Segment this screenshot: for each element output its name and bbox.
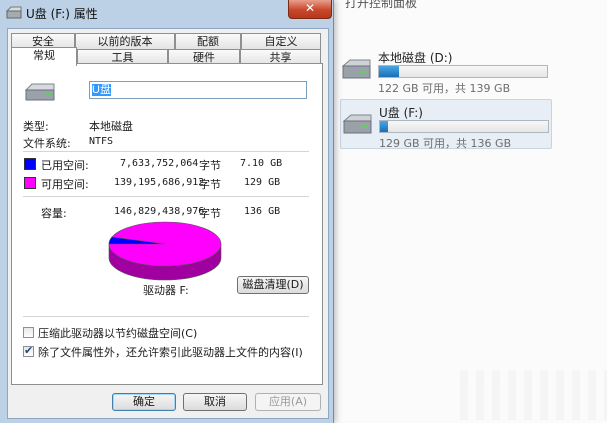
drive-d-item[interactable]: 本地磁盘 (D:) 122 GB 可用，共 139 GB bbox=[340, 45, 550, 95]
cancel-button[interactable]: 取消 bbox=[183, 393, 247, 411]
drive-d-name: 本地磁盘 (D:) bbox=[378, 51, 453, 65]
type-value: 本地磁盘 bbox=[89, 120, 133, 133]
used-space-bytes: 7,633,752,064 bbox=[120, 158, 199, 169]
drive-d-usage-fill bbox=[379, 66, 400, 77]
disk-usage-pie bbox=[108, 221, 222, 281]
background-pattern bbox=[460, 370, 607, 420]
free-space-unit: 字节 bbox=[199, 178, 221, 191]
capacity-label: 容量: bbox=[41, 207, 67, 220]
tab-quota[interactable]: 配额 bbox=[175, 33, 241, 49]
title-bar[interactable]: U盘 (F:) 属性 ✕ bbox=[0, 0, 333, 26]
disk-cleanup-button[interactable]: 磁盘清理(D) bbox=[237, 276, 309, 294]
used-space-unit: 字节 bbox=[199, 159, 221, 172]
used-space-swatch bbox=[24, 158, 36, 170]
drive-name-input[interactable]: U盘 bbox=[89, 81, 307, 99]
drive-f-item[interactable]: U盘 (F:) 129 GB 可用，共 136 GB bbox=[340, 99, 552, 150]
drive-f-name: U盘 (F:) bbox=[379, 106, 423, 120]
hard-drive-icon bbox=[341, 59, 371, 79]
checkmark-icon: ✔ bbox=[24, 344, 34, 357]
tab-customize[interactable]: 自定义 bbox=[241, 33, 321, 49]
separator bbox=[23, 196, 309, 197]
capacity-unit: 字节 bbox=[199, 207, 221, 220]
tab-general[interactable]: 常规 bbox=[11, 47, 77, 66]
filesystem-value: NTFS bbox=[89, 136, 114, 147]
explorer-toolbar-text[interactable]: 打开控制面板 bbox=[345, 0, 417, 11]
separator bbox=[23, 316, 309, 317]
drive-letter-label: 驱动器 F: bbox=[143, 284, 189, 297]
compress-checkbox[interactable] bbox=[23, 327, 34, 338]
free-space-swatch bbox=[24, 177, 36, 189]
tab-previous-versions[interactable]: 以前的版本 bbox=[75, 33, 175, 49]
ok-button[interactable]: 确定 bbox=[112, 393, 176, 411]
hard-drive-icon bbox=[24, 83, 55, 101]
close-button[interactable]: ✕ bbox=[288, 0, 332, 19]
drive-d-info: 122 GB 可用，共 139 GB bbox=[378, 82, 511, 95]
capacity-size: 136 GB bbox=[244, 206, 281, 217]
drive-name-value: U盘 bbox=[92, 84, 111, 96]
separator bbox=[23, 151, 309, 152]
drive-f-usage-bar bbox=[379, 120, 549, 133]
drive-f-info: 129 GB 可用，共 136 GB bbox=[379, 137, 512, 150]
compress-label: 压缩此驱动器以节约磁盘空间(C) bbox=[38, 327, 198, 340]
apply-button[interactable]: 应用(A) bbox=[255, 393, 321, 411]
free-space-bytes: 139,195,686,912 bbox=[114, 177, 205, 188]
drive-icon bbox=[6, 6, 22, 19]
index-label: 除了文件属性外，还允许索引此驱动器上文件的内容(I) bbox=[38, 346, 303, 359]
drive-d-usage-bar bbox=[378, 65, 548, 78]
used-space-label: 已用空间: bbox=[41, 159, 89, 172]
used-space-size: 7.10 GB bbox=[240, 158, 283, 169]
type-label: 类型: bbox=[23, 120, 49, 133]
free-space-size: 129 GB bbox=[244, 177, 281, 188]
free-space-label: 可用空间: bbox=[41, 178, 89, 191]
index-checkbox[interactable]: ✔ bbox=[23, 344, 34, 357]
capacity-bytes: 146,829,438,976 bbox=[114, 206, 205, 217]
properties-dialog: U盘 (F:) 属性 ✕ 安全 以前的版本 配额 自定义 常规 工具 硬件 共享… bbox=[0, 0, 334, 423]
window-title: U盘 (F:) 属性 bbox=[26, 7, 98, 21]
filesystem-label: 文件系统: bbox=[23, 137, 71, 150]
usb-drive-icon bbox=[342, 114, 372, 134]
drive-f-usage-fill bbox=[380, 121, 389, 132]
